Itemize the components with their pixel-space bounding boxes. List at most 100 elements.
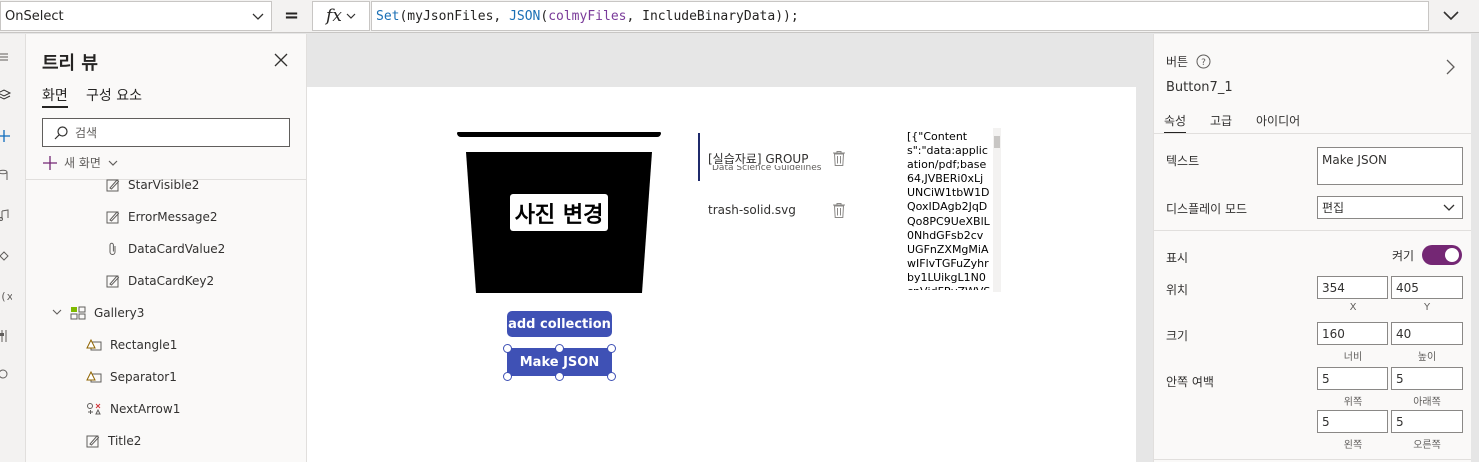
hamburger-icon[interactable] — [0, 51, 12, 69]
tree-item-datacardkey2[interactable]: DataCardKey2 — [106, 272, 214, 290]
resize-handle[interactable] — [607, 372, 616, 381]
tree-item-datacardvalue2[interactable]: DataCardValue2 — [106, 240, 225, 258]
resize-handle[interactable] — [555, 344, 564, 353]
gallery-selected-indicator — [698, 133, 700, 181]
search-icon — [54, 125, 68, 139]
chevron-down-icon — [252, 13, 264, 20]
display-mode-label: 디스플레이 모드 — [1166, 202, 1248, 216]
variables-icon[interactable]: (x) — [0, 289, 12, 307]
fx-button[interactable]: fx — [312, 1, 370, 31]
position-label: 위치 — [1166, 283, 1189, 297]
scrollbar-thumb[interactable] — [994, 136, 1000, 148]
json-output-textbox[interactable]: [{"Contents":"data:application/pdf;base6… — [905, 128, 1001, 292]
data-icon[interactable] — [0, 169, 12, 187]
plus-icon — [43, 155, 57, 170]
layers-icon[interactable] — [0, 89, 12, 107]
padding-bottom-input[interactable]: 5 — [1391, 367, 1463, 390]
tree-view-title: 트리 뷰 — [42, 53, 98, 74]
chevron-right-icon[interactable] — [1444, 58, 1456, 76]
size-label: 크기 — [1166, 329, 1189, 343]
scrollbar[interactable] — [993, 128, 1001, 292]
chevron-down-icon — [1443, 11, 1459, 21]
add-collection-button[interactable]: add collection — [507, 311, 612, 337]
width-caption: 너비 — [1343, 352, 1363, 363]
icon-control-icon — [86, 402, 102, 416]
change-photo-button[interactable]: 사진 변경 — [510, 194, 608, 231]
y-position-input[interactable]: 405 — [1391, 276, 1463, 299]
fx-label: fx — [326, 6, 342, 26]
tree-item-title2[interactable]: Title2 — [86, 432, 141, 450]
display-mode-value: 편집 — [1322, 201, 1345, 215]
gallery-item-title[interactable]: trash-solid.svg — [708, 203, 796, 217]
expand-formula-button[interactable] — [1431, 1, 1471, 31]
visible-toggle[interactable] — [1422, 245, 1462, 265]
text-property-input[interactable]: Make JSON — [1317, 147, 1463, 185]
tab-ideas[interactable]: 아이디어 — [1256, 112, 1300, 129]
width-input[interactable]: 160 — [1317, 322, 1388, 345]
tab-advanced[interactable]: 고급 — [1210, 112, 1232, 129]
resize-handle[interactable] — [555, 372, 564, 381]
tree-item-separator1[interactable]: Separator1 — [86, 368, 177, 386]
shape-icon — [86, 338, 102, 352]
padding-left-input[interactable]: 5 — [1317, 410, 1388, 433]
padding-label: 안쪽 여백 — [1166, 375, 1214, 389]
search-placeholder: 검색 — [75, 126, 98, 140]
search-input[interactable]: 검색 — [42, 118, 290, 147]
tree-item-label: Gallery3 — [94, 306, 145, 320]
resize-handle[interactable] — [503, 344, 512, 353]
y-caption: Y — [1423, 302, 1431, 313]
text-property-label: 텍스트 — [1166, 154, 1200, 168]
control-type-label: 버튼 — [1166, 55, 1189, 69]
display-mode-dropdown[interactable]: 편집 — [1317, 196, 1463, 219]
padding-top-input[interactable]: 5 — [1317, 367, 1388, 390]
media-icon[interactable] — [0, 209, 12, 227]
x-position-input[interactable]: 354 — [1317, 276, 1388, 299]
height-input[interactable]: 40 — [1391, 322, 1463, 345]
tools-icon[interactable] — [0, 329, 12, 347]
tab-components[interactable]: 구성 요소 — [86, 85, 142, 105]
padding-right-input[interactable]: 5 — [1391, 410, 1463, 433]
tree-item-label: DataCardValue2 — [128, 242, 226, 256]
resize-handle[interactable] — [503, 372, 512, 381]
chevron-down-icon[interactable] — [52, 306, 62, 320]
new-screen-button[interactable]: 새 화면 — [42, 154, 119, 171]
padding-right-caption: 오른쪽 — [1413, 440, 1441, 451]
tree-item-nextarrow1[interactable]: NextArrow1 — [86, 400, 180, 418]
tree-item-label: NextArrow1 — [110, 402, 181, 416]
properties-panel: 버튼 ? Button7_1 속성 고급 아이디어 텍스트 Make JSON … — [1153, 34, 1472, 462]
app-canvas — [307, 87, 1136, 462]
trash-icon[interactable] — [833, 203, 845, 218]
formula-input[interactable]: Set (myJsonFiles, JSON(colmyFiles, Includ… — [371, 1, 1429, 31]
insert-icon[interactable] — [0, 129, 12, 147]
new-screen-label: 새 화면 — [64, 156, 101, 170]
padding-bottom-caption: 아래쪽 — [1413, 397, 1441, 408]
panel-edge — [1471, 34, 1479, 462]
tree-item-label: StarVisible2 — [128, 178, 200, 192]
edit-card-icon — [106, 210, 120, 224]
attachment-icon — [106, 242, 120, 256]
divider — [1154, 133, 1472, 134]
tree-item-label: Rectangle1 — [110, 338, 178, 352]
property-dropdown[interactable]: OnSelect — [0, 1, 272, 31]
tree-item-gallery3[interactable]: Gallery3 — [52, 304, 144, 322]
control-name[interactable]: Button7_1 — [1166, 80, 1233, 95]
resize-handle[interactable] — [607, 344, 616, 353]
tree-item-errormessage2[interactable]: ErrorMessage2 — [106, 208, 217, 226]
tab-properties[interactable]: 속성 — [1164, 112, 1187, 134]
close-icon[interactable] — [272, 51, 290, 69]
help-icon[interactable]: ? — [1196, 54, 1211, 69]
equals-sign: = — [284, 5, 300, 26]
chevron-down-icon — [1443, 204, 1455, 211]
svg-text:?: ? — [1201, 58, 1206, 68]
search-icon[interactable] — [0, 367, 12, 385]
tree-view-panel: 트리 뷰 화면 구성 요소 검색 새 화면 StarVisible2 ErrorM… — [26, 34, 307, 462]
trash-icon[interactable] — [833, 151, 845, 166]
components-icon[interactable] — [0, 249, 12, 267]
chevron-down-icon — [108, 160, 118, 166]
tree-item-starvisible2[interactable]: StarVisible2 — [106, 176, 199, 194]
divider — [1154, 459, 1472, 460]
visible-label: 표시 — [1166, 251, 1189, 265]
left-rail: (x) — [0, 34, 26, 462]
tree-item-rectangle1[interactable]: Rectangle1 — [86, 336, 177, 354]
tab-screens[interactable]: 화면 — [42, 85, 68, 108]
